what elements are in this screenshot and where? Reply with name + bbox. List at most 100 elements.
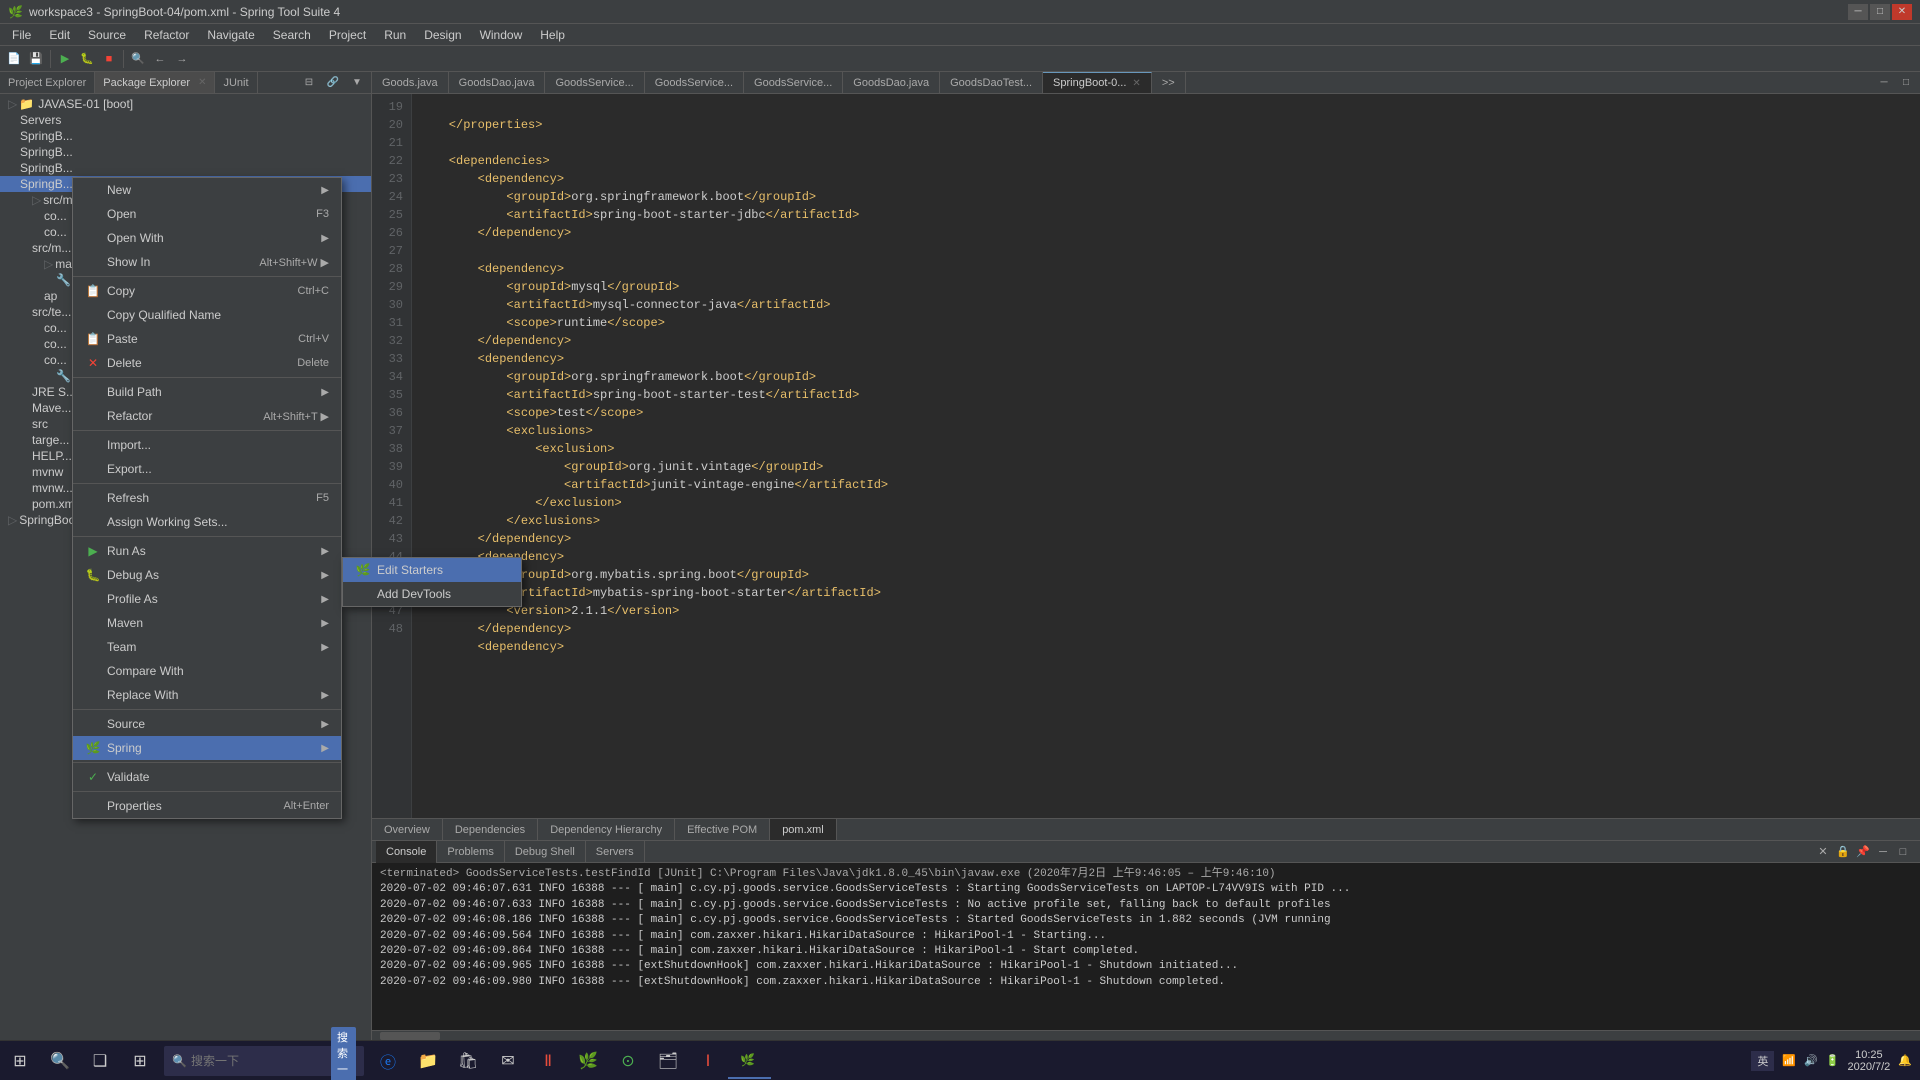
pdf-button[interactable]: Ⅰ [688,1041,728,1080]
spring-submenu-add-devtools[interactable]: Add DevTools [343,582,521,606]
menu-file[interactable]: File [4,24,39,46]
menu-navigate[interactable]: Navigate [199,24,262,46]
tab-close-icon[interactable]: ✕ [1132,78,1140,89]
taskbar-search-box[interactable]: 🔍 搜索一下 [164,1046,364,1076]
console-minimize-button[interactable]: ─ [1874,843,1892,861]
bottom-tab-console[interactable]: Console [376,841,437,863]
ctx-source[interactable]: Source ▶ [73,712,341,736]
ctx-copy-qualified[interactable]: Copy Qualified Name [73,303,341,327]
ctx-validate[interactable]: ✓Validate [73,765,341,789]
titlebar-controls[interactable]: ─ □ ✕ [1848,4,1912,20]
bottom-tab-problems[interactable]: Problems [437,841,504,863]
ctx-new[interactable]: New ▶ [73,178,341,202]
ctx-delete[interactable]: ✕Delete Delete [73,351,341,375]
console-scroll-lock-button[interactable]: 🔒 [1834,843,1852,861]
menu-source[interactable]: Source [80,24,134,46]
ctx-show-in[interactable]: Show In Alt+Shift+W ▶ [73,250,341,274]
file-explorer-button[interactable]: 📁 [408,1041,448,1080]
browser-button[interactable]: ⊙ [608,1041,648,1080]
tab-package-explorer[interactable]: Package Explorer ✕ [95,72,215,93]
toolbar-run[interactable]: ▶ [55,49,75,69]
view-menu-button[interactable]: ▼ [347,73,367,93]
bottom-tab-debug-shell[interactable]: Debug Shell [505,841,586,863]
ctx-build-path[interactable]: Build Path ▶ [73,380,341,404]
spring-submenu-edit-starters[interactable]: 🌿 Edit Starters [343,558,521,582]
tab-junit[interactable]: JUnit [215,72,257,93]
folder-button[interactable]: 🗂 [648,1041,688,1080]
editor-tab-more[interactable]: >> [1152,72,1186,93]
toolbar-new[interactable]: 📄 [4,49,24,69]
pom-tab-overview[interactable]: Overview [372,819,443,841]
bottom-tab-servers[interactable]: Servers [586,841,645,863]
widgets-button[interactable]: ⊞ [120,1041,160,1080]
maximize-editor-button[interactable]: □ [1896,73,1916,93]
scrollbar-thumb[interactable] [380,1032,440,1040]
console-clear-button[interactable]: ✕ [1814,843,1832,861]
maximize-button[interactable]: □ [1870,4,1890,20]
ctx-import[interactable]: Import... [73,433,341,457]
collapse-all-button[interactable]: ⊟ [299,73,319,93]
toolbar-save[interactable]: 💾 [26,49,46,69]
minimize-editor-button[interactable]: ─ [1874,73,1894,93]
toolbar-debug[interactable]: 🐛 [77,49,97,69]
taskbar-search-input[interactable] [191,1054,331,1068]
tree-item-springb2[interactable]: SpringB... [0,144,371,160]
ctx-team[interactable]: Team ▶ [73,635,341,659]
minimize-button[interactable]: ─ [1848,4,1868,20]
editor-tab-goodsservice2[interactable]: GoodsService... [645,72,744,93]
console-pin-button[interactable]: 📌 [1854,843,1872,861]
taskbar-ime[interactable]: 英 [1751,1051,1774,1071]
sts-taskbar-app[interactable]: 🌿 [728,1043,771,1079]
start-button[interactable]: ⊞ [0,1041,40,1080]
toolbar-search[interactable]: 🔍 [128,49,148,69]
menu-design[interactable]: Design [416,24,469,46]
menu-edit[interactable]: Edit [41,24,78,46]
menu-help[interactable]: Help [532,24,573,46]
toolbar-forward[interactable]: → [172,49,192,69]
editor-tab-goods-java[interactable]: Goods.java [372,72,449,93]
tree-item-servers[interactable]: Servers [0,112,371,128]
ctx-open[interactable]: Open F3 [73,202,341,226]
ctx-replace-with[interactable]: Replace With ▶ [73,683,341,707]
task-view-button[interactable]: ❑ [80,1041,120,1080]
mail-button[interactable]: ✉ [488,1041,528,1080]
editor-tab-goodsservice1[interactable]: GoodsService... [545,72,644,93]
ctx-export[interactable]: Export... [73,457,341,481]
menu-project[interactable]: Project [321,24,374,46]
store-button[interactable]: 🛍 [448,1041,488,1080]
menu-run[interactable]: Run [376,24,414,46]
pom-tab-pomxml[interactable]: pom.xml [770,819,837,841]
console-maximize-button[interactable]: □ [1894,843,1912,861]
taskbar-notification[interactable]: 🔔 [1898,1054,1912,1067]
pom-tab-effective-pom[interactable]: Effective POM [675,819,770,841]
taskbar-clock[interactable]: 10:25 2020/7/2 [1847,1049,1890,1073]
close-button[interactable]: ✕ [1892,4,1912,20]
tree-item-javase01[interactable]: ▷ 📁 JAVASE-01 [boot] [0,96,371,112]
edge-button[interactable]: ⓔ [368,1041,408,1080]
ctx-paste[interactable]: 📋Paste Ctrl+V [73,327,341,351]
ctx-profile-as[interactable]: Profile As ▶ [73,587,341,611]
menu-search[interactable]: Search [265,24,319,46]
ctx-compare-with[interactable]: Compare With [73,659,341,683]
editor-tab-goodsdao2[interactable]: GoodsDao.java [843,72,940,93]
editor-tab-goodsdao-java[interactable]: GoodsDao.java [449,72,546,93]
pom-tab-dependency-hierarchy[interactable]: Dependency Hierarchy [538,819,675,841]
ctx-debug-as[interactable]: 🐛Debug As ▶ [73,563,341,587]
editor-tab-goodsdaotest[interactable]: GoodsDaoTest... [940,72,1043,93]
menu-refactor[interactable]: Refactor [136,24,197,46]
horizontal-scrollbar[interactable] [372,1030,1920,1040]
ctx-properties[interactable]: Properties Alt+Enter [73,794,341,818]
ctx-assign-working-sets[interactable]: Assign Working Sets... [73,510,341,534]
menu-window[interactable]: Window [472,24,531,46]
ctx-spring[interactable]: 🌿Spring ▶ [73,736,341,760]
link-with-editor-button[interactable]: 🔗 [323,73,343,93]
ctx-maven[interactable]: Maven ▶ [73,611,341,635]
search-button[interactable]: 🔍 [40,1041,80,1080]
toolbar-back[interactable]: ← [150,49,170,69]
tab-project-explorer[interactable]: Project Explorer [0,72,95,93]
ctx-refresh[interactable]: Refresh F5 [73,486,341,510]
code-editor[interactable]: 19 20 21 22 23 24 25 26 27 28 29 30 31 3… [372,94,1920,818]
ctx-refactor[interactable]: Refactor Alt+Shift+T ▶ [73,404,341,428]
ctx-open-with[interactable]: Open With ▶ [73,226,341,250]
app-red-button[interactable]: Ⅱ [528,1041,568,1080]
